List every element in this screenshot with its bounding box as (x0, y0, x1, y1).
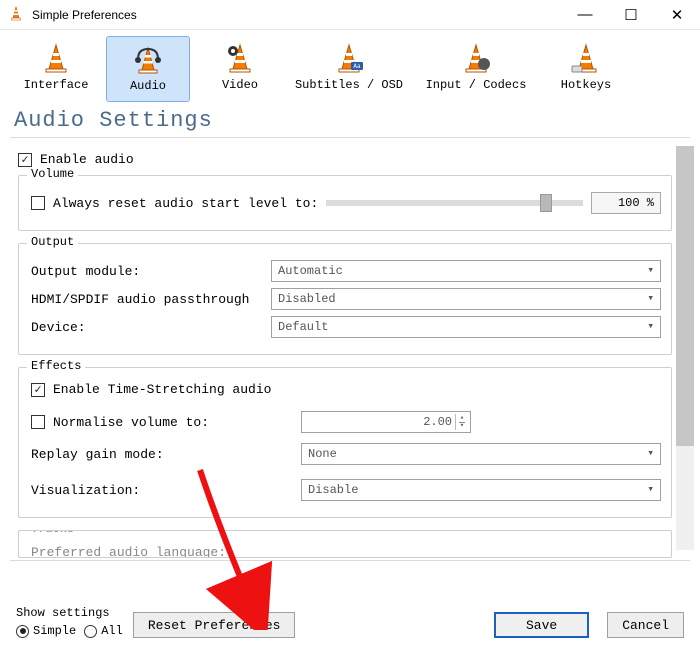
preferred-lang-label: Preferred audio language: (31, 545, 271, 558)
device-combo[interactable]: Default (271, 316, 661, 338)
maximize-button[interactable]: ☐ (608, 0, 654, 30)
cone-icon (40, 42, 72, 74)
tracks-group: Tracks Preferred audio language: (18, 530, 672, 558)
category-tabs: Interface Audio Video Aa Subtitles / OSD… (0, 30, 700, 102)
group-title: Volume (27, 167, 78, 181)
combo-value: Default (278, 320, 328, 334)
combo-value: None (308, 447, 337, 461)
group-title: Effects (27, 359, 85, 373)
radio-label: Simple (33, 624, 76, 638)
output-module-label: Output module: (31, 264, 271, 279)
tab-label: Interface (24, 78, 89, 92)
time-stretching-checkbox[interactable]: Enable Time-Stretching audio (31, 382, 271, 397)
checkbox-icon (31, 383, 45, 397)
replay-gain-label: Replay gain mode: (31, 447, 301, 462)
tab-label: Subtitles / OSD (295, 78, 403, 92)
tab-label: Hotkeys (561, 78, 611, 92)
minimize-button[interactable]: — (562, 0, 608, 30)
output-group: Output Output module: Automatic HDMI/SPD… (18, 243, 672, 355)
tab-interface[interactable]: Interface (14, 36, 98, 102)
vlc-icon (8, 5, 24, 24)
subtitles-cone-icon: Aa (333, 42, 365, 74)
save-button[interactable]: Save (494, 612, 589, 638)
passthrough-label: HDMI/SPDIF audio passthrough (31, 292, 271, 307)
tab-label: Video (222, 78, 258, 92)
tab-input-codecs[interactable]: Input / Codecs (416, 36, 536, 102)
spinner-arrows-icon: ▴▾ (456, 412, 468, 432)
checkbox-label: Always reset audio start level to: (53, 196, 318, 211)
cancel-button[interactable]: Cancel (607, 612, 684, 638)
checkbox-icon (18, 153, 32, 167)
group-title: Tracks (27, 530, 78, 536)
visualization-combo[interactable]: Disable (301, 479, 661, 501)
checkbox-label: Normalise volume to: (53, 415, 209, 430)
tab-video[interactable]: Video (198, 36, 282, 102)
tab-hotkeys[interactable]: Hotkeys (544, 36, 628, 102)
svg-text:Aa: Aa (353, 63, 361, 70)
always-reset-level-checkbox[interactable]: Always reset audio start level to: (31, 196, 318, 211)
combo-value: Automatic (278, 264, 343, 278)
start-level-value: 100 % (591, 192, 661, 214)
combo-value: Disable (308, 483, 358, 497)
button-label: Cancel (622, 618, 669, 633)
checkbox-icon (31, 196, 45, 210)
codecs-cone-icon (460, 42, 492, 74)
radio-label: All (101, 624, 123, 638)
tab-label: Audio (130, 79, 166, 93)
slider-handle[interactable] (540, 194, 552, 212)
device-label: Device: (31, 320, 271, 335)
checkbox-label: Enable Time-Stretching audio (53, 382, 271, 397)
checkbox-icon (31, 415, 45, 429)
show-settings-all-radio[interactable]: All (84, 624, 123, 638)
window-title: Simple Preferences (32, 8, 562, 22)
show-settings-group: Show settings Simple All (16, 606, 123, 638)
film-cone-icon (224, 42, 256, 74)
checkbox-label: Enable audio (40, 152, 134, 167)
radio-icon (16, 625, 29, 638)
headphones-cone-icon (130, 43, 166, 75)
normalise-value-spinner[interactable]: 2.00 ▴▾ (301, 411, 471, 433)
effects-group: Effects Enable Time-Stretching audio Nor… (18, 367, 672, 518)
vertical-scrollbar[interactable] (676, 146, 694, 550)
hotkeys-cone-icon (570, 42, 602, 74)
passthrough-combo[interactable]: Disabled (271, 288, 661, 310)
divider (10, 560, 690, 561)
replay-gain-combo[interactable]: None (301, 443, 661, 465)
settings-body: Enable audio Volume Always reset audio s… (0, 138, 700, 558)
titlebar: Simple Preferences — ☐ ✕ (0, 0, 700, 30)
scrollbar-thumb[interactable] (676, 146, 694, 446)
tab-audio[interactable]: Audio (106, 36, 190, 102)
enable-audio-checkbox[interactable]: Enable audio (18, 152, 134, 167)
radio-icon (84, 625, 97, 638)
show-settings-label: Show settings (16, 606, 123, 620)
group-title: Output (27, 235, 78, 249)
start-level-slider[interactable] (326, 200, 583, 206)
output-module-combo[interactable]: Automatic (271, 260, 661, 282)
combo-value: Disabled (278, 292, 336, 306)
tab-label: Input / Codecs (426, 78, 527, 92)
button-label: Reset Preferences (148, 618, 281, 633)
show-settings-simple-radio[interactable]: Simple (16, 624, 76, 638)
tab-subtitles[interactable]: Aa Subtitles / OSD (290, 36, 408, 102)
volume-group: Volume Always reset audio start level to… (18, 175, 672, 231)
reset-preferences-button[interactable]: Reset Preferences (133, 612, 296, 638)
spinner-value: 2.00 (423, 415, 452, 429)
normalise-volume-checkbox[interactable]: Normalise volume to: (31, 415, 301, 430)
visualization-label: Visualization: (31, 483, 301, 498)
page-title: Audio Settings (0, 102, 700, 137)
bottom-bar: Show settings Simple All Reset Preferenc… (0, 602, 700, 652)
close-button[interactable]: ✕ (654, 0, 700, 30)
button-label: Save (526, 618, 557, 633)
